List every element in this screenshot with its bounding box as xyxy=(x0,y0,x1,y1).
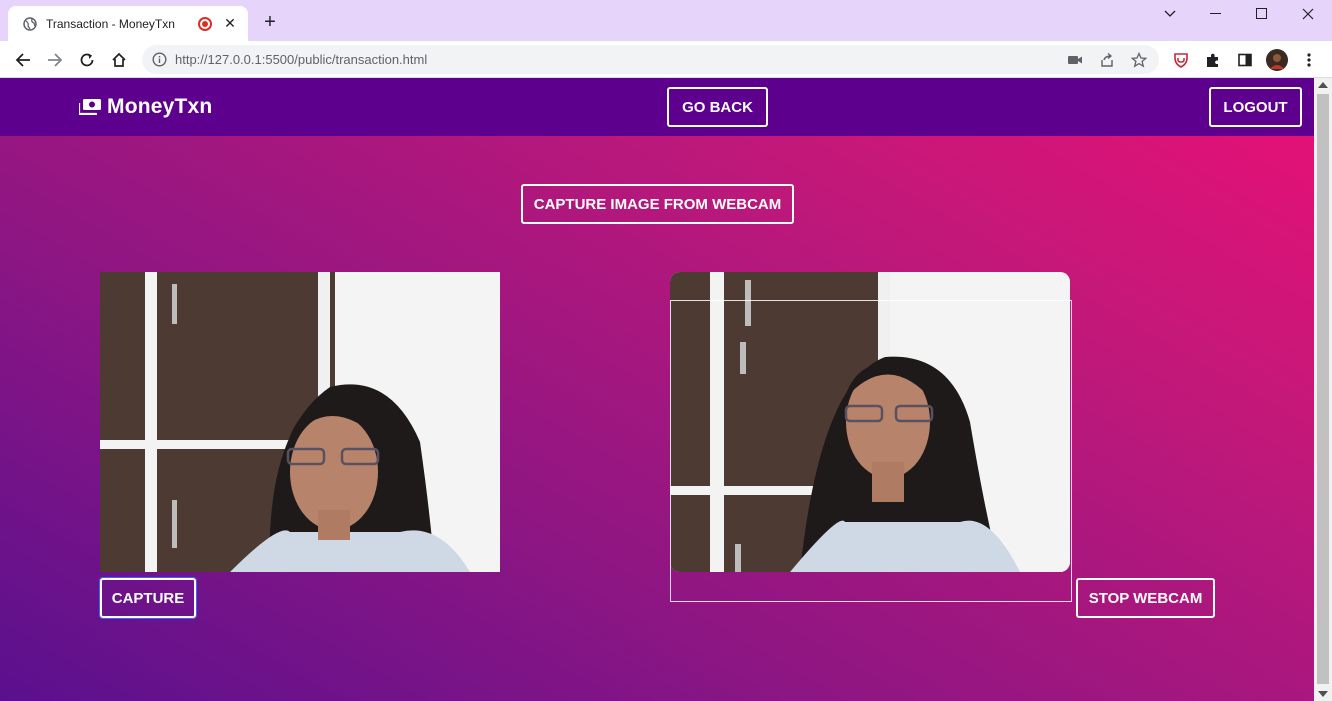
minimize-icon[interactable] xyxy=(1193,0,1239,28)
more-menu-icon[interactable] xyxy=(1296,47,1322,73)
brand-name: MoneyTxn xyxy=(107,95,213,118)
scrollbar-thumb[interactable] xyxy=(1317,94,1329,684)
site-info-icon[interactable] xyxy=(151,52,167,68)
profile-avatar[interactable] xyxy=(1264,47,1290,73)
extension-shield-icon[interactable] xyxy=(1168,47,1194,73)
browser-tab-strip: Transaction - MoneyTxn ✕ + xyxy=(0,0,1332,41)
recording-indicator-icon xyxy=(198,16,212,31)
stop-webcam-button[interactable]: STOP WEBCAM xyxy=(1076,578,1215,618)
logout-button[interactable]: LOGOUT xyxy=(1209,87,1302,127)
new-tab-button[interactable]: + xyxy=(258,11,282,35)
capture-button[interactable]: CAPTURE xyxy=(100,578,196,618)
captured-image xyxy=(100,272,500,572)
browser-toolbar: http://127.0.0.1:5500/public/transaction… xyxy=(0,41,1332,78)
tab-close-icon[interactable]: ✕ xyxy=(222,15,238,32)
brand[interactable]: MoneyTxn xyxy=(77,95,213,119)
navbar: MoneyTxn GO BACK LOGOUT xyxy=(0,78,1314,136)
maximize-icon[interactable] xyxy=(1239,0,1285,28)
globe-icon xyxy=(22,16,38,32)
camera-in-use-icon[interactable] xyxy=(1063,48,1087,72)
capture-image-from-webcam-button[interactable]: CAPTURE IMAGE FROM WEBCAM xyxy=(521,184,794,224)
page-scrollbar[interactable] xyxy=(1314,78,1332,701)
url-text[interactable]: http://127.0.0.1:5500/public/transaction… xyxy=(175,52,1063,67)
tab-title: Transaction - MoneyTxn xyxy=(46,16,175,31)
money-icon xyxy=(77,99,101,116)
close-window-icon[interactable] xyxy=(1285,0,1331,28)
back-arrow-icon[interactable] xyxy=(10,47,36,73)
scroll-down-arrow-icon[interactable] xyxy=(1318,691,1328,697)
url-path: :5500/public/transaction.html xyxy=(261,52,428,67)
home-icon[interactable] xyxy=(106,47,132,73)
reload-icon[interactable] xyxy=(74,47,100,73)
tab-search-icon[interactable] xyxy=(1147,0,1193,28)
share-icon[interactable] xyxy=(1095,48,1119,72)
webcam-video xyxy=(670,272,1070,572)
forward-arrow-icon[interactable] xyxy=(42,47,68,73)
url-host: http://127.0.0.1 xyxy=(175,52,262,67)
extensions-puzzle-icon[interactable] xyxy=(1200,47,1226,73)
address-bar[interactable]: http://127.0.0.1:5500/public/transaction… xyxy=(142,45,1159,74)
page-content: MoneyTxn GO BACK LOGOUT CAPTURE IMAGE FR… xyxy=(0,78,1314,701)
go-back-button[interactable]: GO BACK xyxy=(667,87,768,127)
scroll-up-arrow-icon[interactable] xyxy=(1318,82,1328,88)
side-panel-icon[interactable] xyxy=(1232,47,1258,73)
bookmark-star-icon[interactable] xyxy=(1127,48,1151,72)
browser-tab[interactable]: Transaction - MoneyTxn ✕ xyxy=(8,6,248,41)
